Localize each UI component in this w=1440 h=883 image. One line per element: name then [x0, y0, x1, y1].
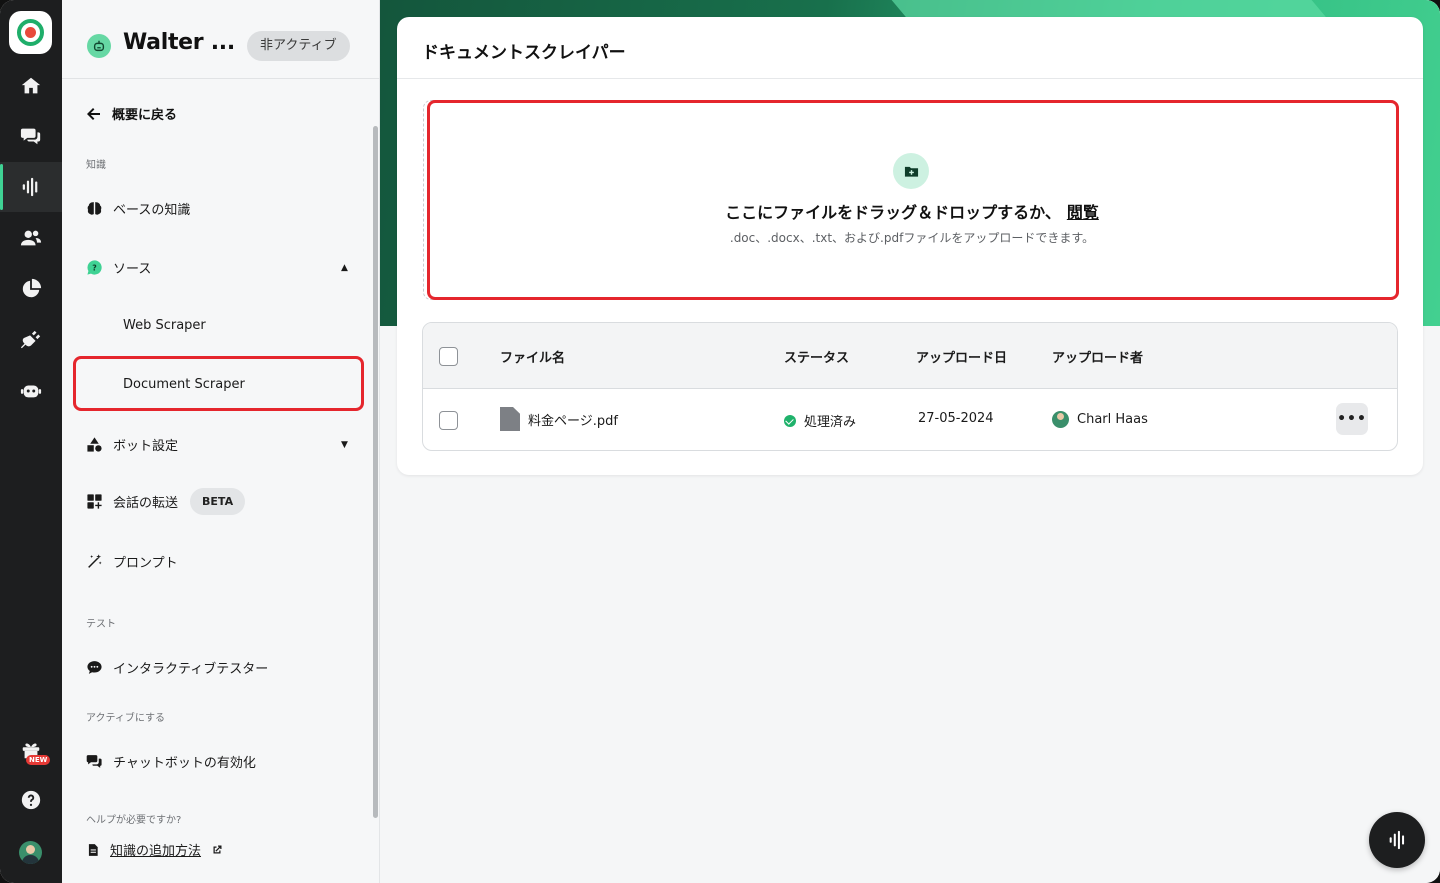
help-icon [21, 790, 41, 810]
new-badge: NEW [26, 755, 51, 765]
app-window: NEW Walter ... 非アクティブ 概要に戻る 知識 ベースの知識 ? … [0, 0, 1440, 883]
nav-knowledge-base-label: ベースの知識 [113, 203, 191, 218]
rail-users[interactable] [0, 213, 62, 263]
rail-bots[interactable] [0, 366, 62, 416]
arrow-left-icon [87, 107, 100, 120]
divider [397, 78, 1423, 79]
nav-bot-settings[interactable]: ボット設定 [86, 435, 178, 454]
rail-home[interactable] [0, 61, 62, 111]
chat-launcher-button[interactable] [1369, 812, 1425, 868]
highlight-dropzone [427, 100, 1399, 300]
chat-dots-icon [87, 661, 102, 674]
document-icon [88, 843, 98, 856]
rail-help[interactable] [0, 775, 62, 825]
help-link-label: 知識の追加方法 [110, 844, 202, 859]
soundwave-icon [22, 177, 38, 197]
bot-icon [87, 34, 111, 58]
files-table: ファイル名 ステータス アップロード日 アップロード者 料金ページ.pdf 処理… [422, 322, 1398, 451]
widgets-plus-icon [87, 494, 102, 509]
section-test: テスト [86, 619, 116, 630]
nav-sources-label: ソース [113, 262, 152, 277]
file-name-cell[interactable]: 料金ページ.pdf [500, 407, 618, 431]
beta-badge: BETA [190, 488, 246, 515]
sidebar-header: Walter ... 非アクティブ [62, 0, 380, 79]
section-help: ヘルプが必要ですか? [86, 815, 182, 826]
chat-bubbles-icon [20, 128, 41, 145]
nav-prompt[interactable]: プロンプト [86, 552, 178, 571]
magic-wand-icon [88, 554, 102, 568]
upload-date-cell: 27-05-2024 [918, 411, 994, 426]
user-avatar[interactable] [19, 841, 42, 864]
section-activate: アクティブにする [86, 713, 165, 724]
chat-bubbles-icon [86, 755, 102, 768]
rail-conversations[interactable] [0, 111, 62, 161]
users-icon [20, 230, 42, 246]
nav-bot-settings-label: ボット設定 [113, 439, 179, 454]
nav-prompt-label: プロンプト [113, 556, 178, 571]
nav-document-scraper[interactable]: Document Scraper [123, 377, 245, 392]
column-header-file-name[interactable]: ファイル名 [500, 347, 565, 366]
svg-text:?: ? [92, 263, 97, 272]
sidebar-scrollbar[interactable] [373, 126, 378, 818]
nav-web-scraper[interactable]: Web Scraper [123, 318, 206, 333]
rail-integrations[interactable] [0, 315, 62, 365]
column-header-upload-date[interactable]: アップロード日 [916, 347, 1007, 366]
status-text: 処理済み [804, 415, 857, 430]
home-icon [21, 77, 41, 94]
page-title: ドキュメントスクレイパー [422, 43, 626, 63]
rail-gift[interactable]: NEW [0, 725, 62, 775]
section-knowledge: 知識 [86, 160, 106, 171]
caret-up-icon[interactable]: ▲ [341, 263, 348, 273]
file-name: 料金ページ.pdf [528, 413, 618, 429]
soundwave-icon [1389, 830, 1405, 850]
brain-icon [87, 202, 102, 215]
uploader-cell: Charl Haas [1052, 411, 1148, 428]
more-options-button[interactable]: ••• [1336, 403, 1368, 435]
robot-icon [20, 385, 42, 398]
nav-sources[interactable]: ? ソース [86, 258, 151, 277]
row-checkbox[interactable] [439, 411, 458, 430]
table-header: ファイル名 ステータス アップロード日 アップロード者 [423, 323, 1397, 389]
external-link-icon [213, 845, 222, 853]
nav-knowledge-base[interactable]: ベースの知識 [86, 199, 190, 218]
pie-chart-icon [22, 278, 42, 298]
nav-enable-chatbot-label: チャットボットの有効化 [113, 756, 256, 771]
source-bubble-icon: ? [87, 260, 102, 275]
nav-interactive-tester[interactable]: インタラクティブテスター [86, 658, 268, 677]
file-icon [500, 407, 520, 431]
bot-name: Walter ... [123, 30, 235, 55]
uploader-name: Charl Haas [1077, 412, 1148, 427]
uploader-avatar [1052, 411, 1069, 428]
app-logo[interactable] [9, 11, 52, 54]
nav-interactive-tester-label: インタラクティブテスター [113, 662, 269, 677]
status-badge[interactable]: 非アクティブ [247, 31, 350, 61]
nav-conversation-forward[interactable]: 会話の転送 BETA [86, 488, 246, 515]
check-circle-icon [784, 414, 796, 427]
back-label: 概要に戻る [112, 108, 178, 123]
shapes-icon [87, 437, 102, 452]
plug-icon [20, 330, 41, 349]
column-header-uploader[interactable]: アップロード者 [1052, 347, 1143, 366]
rail-analytics[interactable] [0, 264, 62, 314]
column-header-status[interactable]: ステータス [784, 347, 849, 366]
back-to-overview-link[interactable]: 概要に戻る [86, 104, 177, 123]
status-cell: 処理済み [784, 411, 856, 430]
nav-conversation-forward-label: 会話の転送 [113, 496, 179, 511]
caret-down-icon[interactable]: ▼ [341, 440, 348, 450]
help-link[interactable]: 知識の追加方法 [86, 840, 223, 859]
rail-knowledge[interactable] [0, 162, 62, 212]
select-all-checkbox[interactable] [439, 347, 458, 366]
secondary-sidebar: Walter ... 非アクティブ 概要に戻る 知識 ベースの知識 ? ソース … [62, 0, 380, 883]
icon-rail: NEW [0, 0, 62, 883]
nav-enable-chatbot[interactable]: チャットボットの有効化 [86, 752, 256, 771]
